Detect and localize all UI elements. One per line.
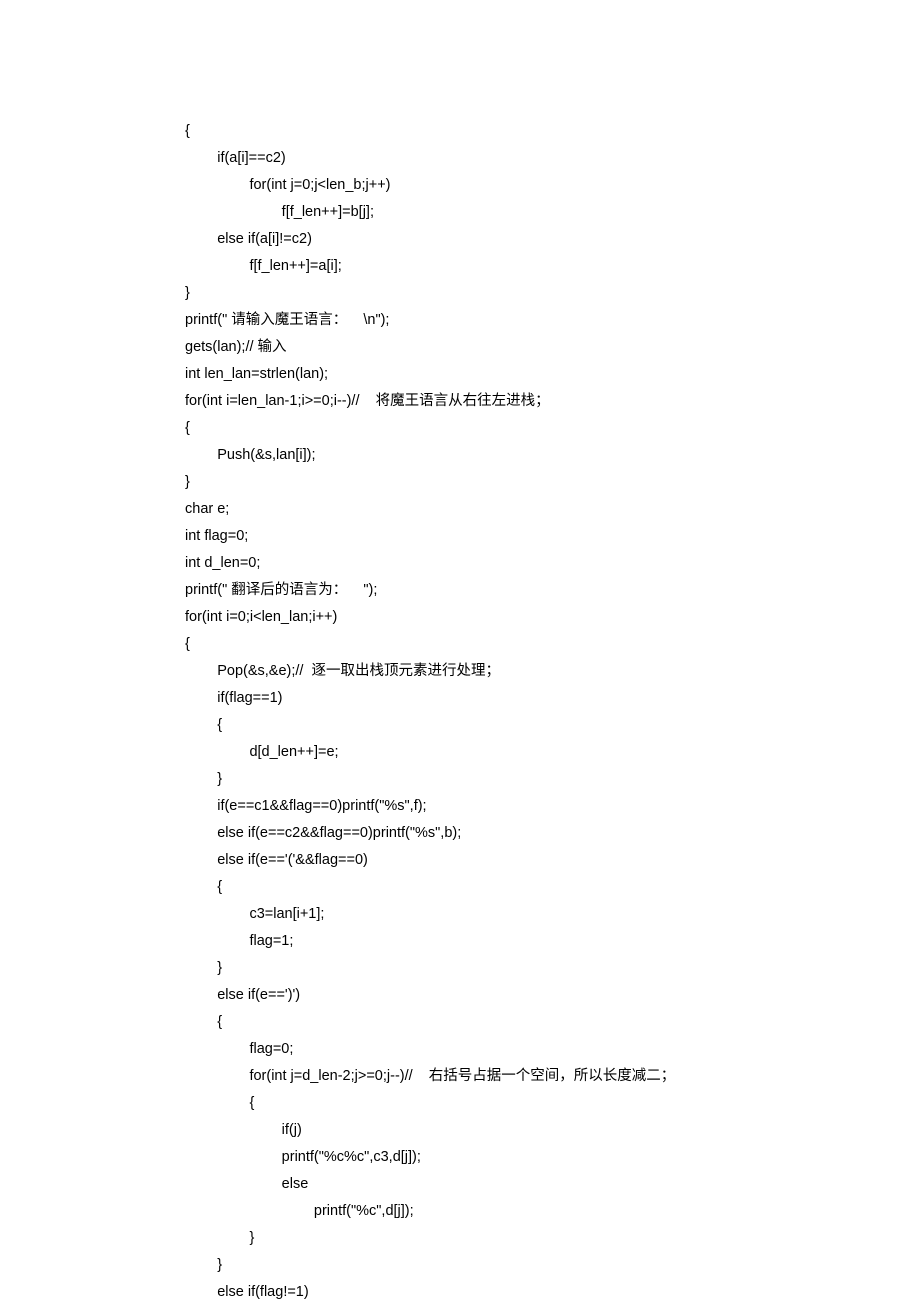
- code-line: else: [185, 1171, 920, 1198]
- code-line: if(flag==1): [185, 685, 920, 712]
- code-line: }: [185, 280, 920, 307]
- code-line: {: [185, 1090, 920, 1117]
- code-line: if(e==c1&&flag==0)printf("%s",f);: [185, 793, 920, 820]
- code-line: printf(" 翻译后的语言为： ");: [185, 577, 920, 604]
- code-line: f[f_len++]=b[j];: [185, 199, 920, 226]
- code-line: gets(lan);// 输入: [185, 334, 920, 361]
- code-line: {: [185, 415, 920, 442]
- code-line: for(int i=0;i<len_lan;i++): [185, 604, 920, 631]
- code-line: char e;: [185, 496, 920, 523]
- code-line: printf(" 请输入魔王语言： \n");: [185, 307, 920, 334]
- code-line: for(int i=len_lan-1;i>=0;i--)// 将魔王语言从右往…: [185, 388, 920, 415]
- code-line: if(j): [185, 1117, 920, 1144]
- code-line: else if(e==')'): [185, 982, 920, 1009]
- code-line: flag=1;: [185, 928, 920, 955]
- code-line: else if(e==c2&&flag==0)printf("%s",b);: [185, 820, 920, 847]
- code-line: {: [185, 874, 920, 901]
- code-line: Push(&s,lan[i]);: [185, 442, 920, 469]
- code-line: flag=0;: [185, 1036, 920, 1063]
- code-line: printf("%c%c",c3,d[j]);: [185, 1144, 920, 1171]
- code-line: {: [185, 1009, 920, 1036]
- code-line: else if(flag!=1): [185, 1279, 920, 1306]
- code-line: }: [185, 955, 920, 982]
- code-line: {: [185, 631, 920, 658]
- code-line: {: [185, 712, 920, 739]
- code-line: c3=lan[i+1];: [185, 901, 920, 928]
- code-line: else if(a[i]!=c2): [185, 226, 920, 253]
- code-line: printf("%c",d[j]);: [185, 1198, 920, 1225]
- code-line: }: [185, 1252, 920, 1279]
- code-line: if(a[i]==c2): [185, 145, 920, 172]
- code-line: int flag=0;: [185, 523, 920, 550]
- code-line: {: [185, 118, 920, 145]
- code-line: }: [185, 1225, 920, 1252]
- code-line: Pop(&s,&e);// 逐一取出栈顶元素进行处理；: [185, 658, 920, 685]
- code-line: }: [185, 766, 920, 793]
- code-line: }: [185, 469, 920, 496]
- code-line: f[f_len++]=a[i];: [185, 253, 920, 280]
- code-line: int d_len=0;: [185, 550, 920, 577]
- code-line: d[d_len++]=e;: [185, 739, 920, 766]
- code-line: for(int j=d_len-2;j>=0;j--)// 右括号占据一个空间，…: [185, 1063, 920, 1090]
- code-block: { if(a[i]==c2) for(int j=0;j<len_b;j++) …: [0, 0, 920, 1306]
- code-line: else if(e=='('&&flag==0): [185, 847, 920, 874]
- code-line: for(int j=0;j<len_b;j++): [185, 172, 920, 199]
- code-line: int len_lan=strlen(lan);: [185, 361, 920, 388]
